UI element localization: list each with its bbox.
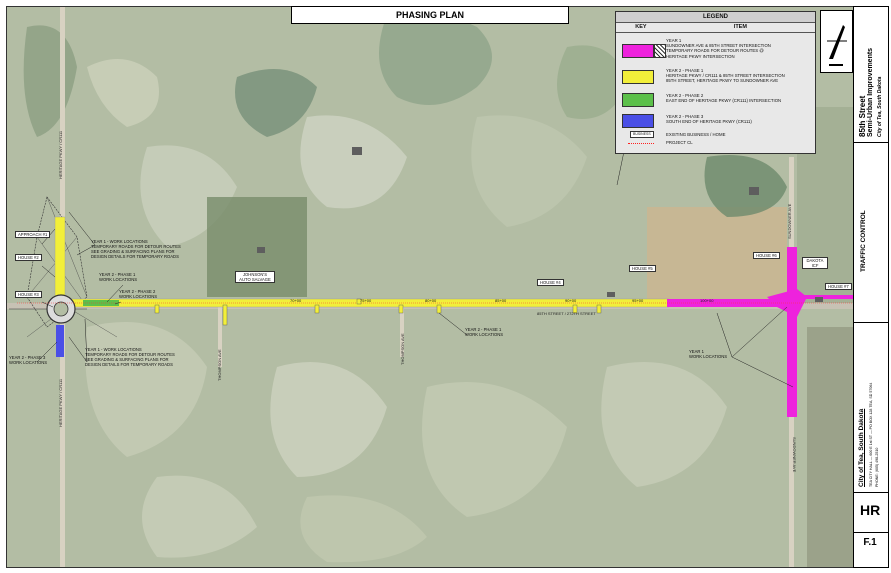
station-label: 95+00 <box>632 298 644 303</box>
phase3-swatch <box>622 114 654 128</box>
legend-header: LEGEND <box>616 12 815 23</box>
legend-col-key: KEY <box>635 24 647 30</box>
house-label: HOUSE #3 <box>15 291 42 298</box>
house-label: HOUSE #6 <box>753 252 780 259</box>
year1-legend-text: YEAR 1 SUNDOWNER AVE & 85TH STREET INTER… <box>666 38 771 59</box>
business-legend-text: EXISTING BUSINESS / HOME <box>666 132 726 137</box>
sheet-title: PHASING PLAN <box>291 6 569 24</box>
phase2-swatch <box>622 93 654 107</box>
approach-label: APPROACH #1 <box>15 231 51 238</box>
year2-phase1-note: YEAR 2 - PHASE 1 WORK LOCATIONS <box>99 272 138 282</box>
thompson-place-label: THOMPSON AVE <box>217 349 222 381</box>
year2-phase3-note: YEAR 2 - PHASE 3 WORK LOCATIONS <box>9 355 48 365</box>
station-label: 75+00 <box>360 298 372 303</box>
thompson-ave-label: THOMPSON AVE <box>400 333 405 365</box>
client-address: TEA CITY HALL — 600 E 1st ST — PO BOX 12… <box>869 382 873 487</box>
dakota-icf-label: DAKOTA ICF <box>802 257 828 269</box>
phase1-swatch <box>622 70 654 84</box>
project-cl-line <box>628 143 654 144</box>
project-cell: 85th Street Semi-Urban Improvements City… <box>854 7 888 143</box>
johnsons-auto-salvage-label: JOHNSON'S AUTO SALVAGE <box>235 271 275 283</box>
sundowner-ave-label: SUNDOWNER AVE <box>787 203 792 239</box>
legend: LEGEND KEY ITEM YEAR 1 SUNDOWNER AVE & 8… <box>615 11 816 154</box>
year2-phase1-work-locations: YEAR 2 - PHASE 1 WORK LOCATIONS <box>465 327 504 337</box>
temp-road-swatch <box>654 44 666 58</box>
house-label: HOUSE #2 <box>15 254 42 261</box>
year1-swatch <box>622 44 654 58</box>
project-cl-legend-text: PROJECT CL <box>666 140 693 145</box>
heritage-pkwy-label-south: HERITAGE PKWY / CR111 <box>58 378 63 427</box>
sheet-number: F.1 <box>863 537 877 548</box>
legend-col-item: ITEM <box>733 24 747 30</box>
station-label: 80+00 <box>425 298 437 303</box>
client-phone: PHONE: (605) 498-2510 <box>875 447 879 487</box>
sundowner-ave-label-south: SUNDOWNER AVE <box>792 437 797 473</box>
client-name: City of Tea, South Dakota <box>858 408 865 487</box>
section-cell: TRAFFIC CONTROL <box>854 142 888 323</box>
firm-logo: HR <box>860 502 881 518</box>
project-name-line3: City of Tea, South Dakota <box>877 76 883 137</box>
phase1-legend-text: YEAR 2 - PHASE 1 HERITAGE PKWY / CR111 &… <box>666 68 785 84</box>
year1-work-note-top: YEAR 1 - WORK LOCATIONS TEMPORARY ROADS … <box>91 239 181 259</box>
house-label: HOUSE #4 <box>537 279 564 286</box>
business-key: BUSINESS <box>630 131 654 138</box>
title-block: 85th Street Semi-Urban Improvements City… <box>853 6 889 568</box>
section-title: TRAFFIC CONTROL <box>860 210 867 272</box>
house-label: HOUSE #5 <box>629 265 656 272</box>
station-label: 100+00 <box>700 298 714 303</box>
plan-sheet: HERITAGE PKWY / CR111 HERITAGE PKWY / CR… <box>0 0 891 573</box>
legend-columns: KEY ITEM <box>616 23 815 33</box>
year1-east-note: YEAR 1 WORK LOCATIONS <box>689 349 728 359</box>
house-label: HOUSE #7 <box>825 283 852 290</box>
client-cell: City of Tea, South Dakota TEA CITY HALL … <box>854 322 888 493</box>
project-name-line1: 85th Street <box>858 95 867 137</box>
north-arrow <box>820 10 853 73</box>
phase3-legend-text: YEAR 2 - PHASE 3 SOUTH END OF HERITAGE P… <box>666 114 752 125</box>
firm-cell: HR <box>854 492 888 533</box>
project-name-line2: Semi-Urban Improvements <box>867 47 874 137</box>
station-label: 90+00 <box>565 298 577 303</box>
85th-street-label: 85TH STREET / 272TH STREET <box>537 311 596 316</box>
station-label: 85+00 <box>495 298 507 303</box>
year2-phase2-note: YEAR 2 - PHASE 2 WORK LOCATIONS <box>119 289 158 299</box>
heritage-pkwy-label: HERITAGE PKWY / CR111 <box>58 130 63 179</box>
year1-work-note-bottom: YEAR 1 - WORK LOCATIONS TEMPORARY ROADS … <box>85 347 175 367</box>
north-arrow-icon <box>827 25 847 66</box>
station-label: 70+00 <box>290 298 302 303</box>
phase2-legend-text: YEAR 2 - PHASE 2 EAST END OF HERITAGE PK… <box>666 93 782 104</box>
